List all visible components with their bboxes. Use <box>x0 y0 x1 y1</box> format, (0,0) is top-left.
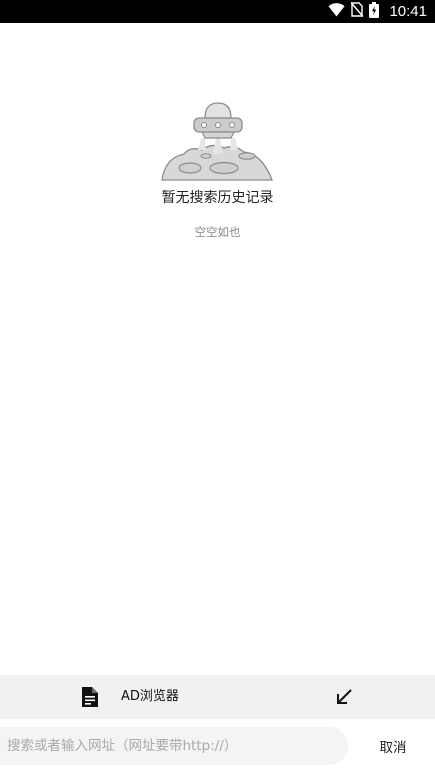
app-name-label: AD浏览器 <box>121 689 179 704</box>
status-time: 10:41 <box>389 3 427 20</box>
search-bar: 取消 <box>0 719 435 773</box>
wifi-icon <box>328 2 345 21</box>
no-sim-icon <box>350 2 364 21</box>
status-icons: 10:41 <box>328 0 435 23</box>
bottom-toolbar: AD浏览器 <box>0 675 435 719</box>
cancel-button[interactable]: 取消 <box>366 727 420 765</box>
empty-state-title: 暂无搜索历史记录 <box>161 190 274 206</box>
search-input[interactable] <box>0 727 348 765</box>
arrow-down-left-icon[interactable] <box>335 688 353 706</box>
empty-state: 暂无搜索历史记录 空空如也 <box>0 98 435 240</box>
battery-charging-icon <box>369 1 380 22</box>
empty-state-subtitle: 空空如也 <box>194 225 241 239</box>
ufo-over-planet-illustration <box>160 102 273 181</box>
status-bar: 10:41 <box>0 0 435 23</box>
document-icon[interactable] <box>82 687 98 707</box>
